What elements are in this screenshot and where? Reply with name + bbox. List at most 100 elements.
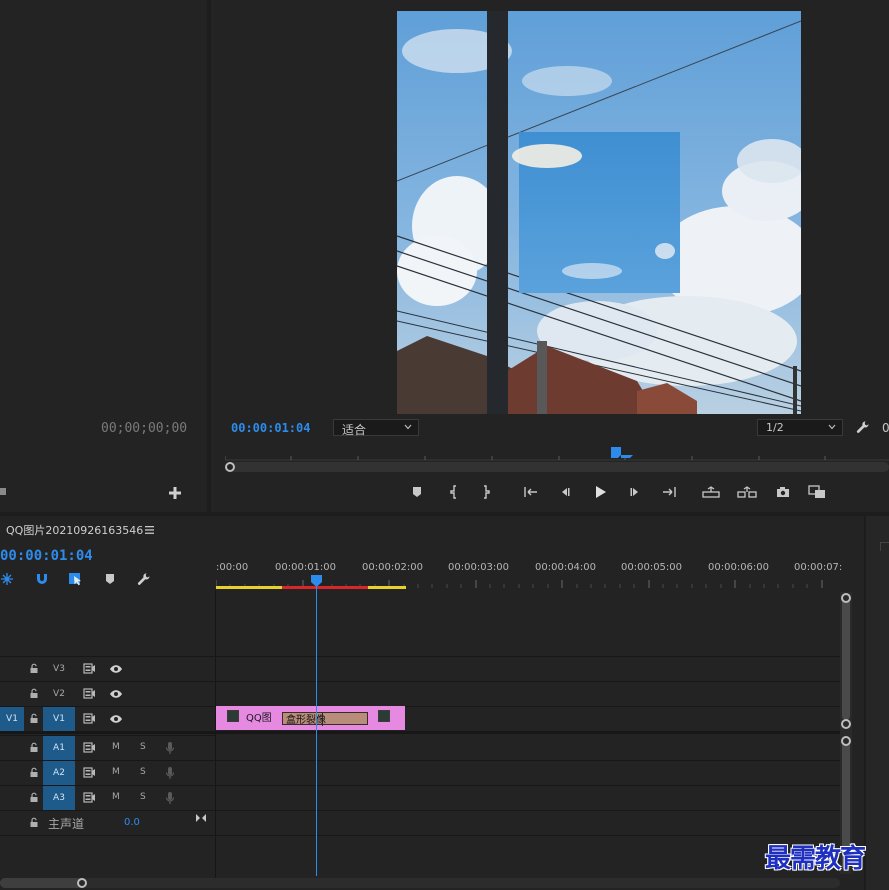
keyframe-line bbox=[322, 712, 323, 726]
wrench-icon[interactable] bbox=[856, 420, 870, 434]
track-label-a3[interactable]: A3 bbox=[43, 786, 75, 810]
scroll-thumb-video[interactable] bbox=[842, 594, 850, 720]
track-label-a1[interactable]: A1 bbox=[43, 736, 75, 760]
solo-button[interactable]: S bbox=[140, 767, 146, 777]
lane-separator bbox=[216, 785, 840, 786]
track-label-v3[interactable]: V3 bbox=[43, 657, 75, 681]
track-label-a2[interactable]: A2 bbox=[43, 761, 75, 785]
lock-icon[interactable] bbox=[29, 742, 39, 753]
sequence-tab-title[interactable]: QQ图片20210926163546 bbox=[6, 522, 143, 538]
program-mini-ruler[interactable] bbox=[225, 448, 889, 461]
eye-icon[interactable] bbox=[109, 714, 123, 724]
ruler-label: 00:00:02:00 bbox=[362, 562, 424, 573]
camera-icon[interactable] bbox=[0, 486, 8, 496]
sync-lock-icon[interactable] bbox=[83, 663, 96, 674]
go-to-in-button[interactable] bbox=[520, 482, 542, 502]
mark-out-button[interactable] bbox=[475, 482, 497, 502]
lock-icon[interactable] bbox=[29, 713, 39, 724]
fx-badge-icon bbox=[227, 710, 239, 722]
watermark: 最需教育 bbox=[765, 844, 866, 874]
trailing-value: 0 bbox=[882, 421, 889, 435]
solo-button[interactable]: S bbox=[140, 792, 146, 802]
effect-label: 盒形裂像 bbox=[286, 715, 326, 726]
export-frame-icon[interactable] bbox=[772, 482, 794, 502]
timeline-playhead-handle[interactable] bbox=[311, 575, 322, 587]
track-header-a1: A1 M S bbox=[0, 735, 215, 760]
ruler-label: 00:00:07: bbox=[794, 562, 843, 573]
track-header-a2: A2 M S bbox=[0, 760, 215, 785]
lift-button[interactable] bbox=[700, 482, 722, 502]
right-panel-corner bbox=[880, 542, 889, 551]
render-bar-yellow bbox=[368, 586, 406, 589]
track-label-v2[interactable]: V2 bbox=[43, 682, 75, 706]
scroll-handle-top[interactable] bbox=[841, 593, 851, 603]
ruler-label: 00:00:03:00 bbox=[448, 562, 510, 573]
sync-lock-icon[interactable] bbox=[83, 742, 96, 753]
scroll-handle-audio-top[interactable] bbox=[841, 736, 851, 746]
horizontal-scroll-thumb[interactable] bbox=[0, 878, 86, 888]
timeline-settings-wrench-icon[interactable] bbox=[137, 572, 151, 586]
eye-icon[interactable] bbox=[109, 689, 123, 699]
microphone-icon[interactable] bbox=[165, 766, 175, 780]
fit-select-value: 适合 bbox=[342, 423, 367, 437]
resolution-select[interactable]: 1/2 bbox=[757, 419, 843, 436]
sync-lock-icon[interactable] bbox=[83, 713, 96, 724]
video-clip-v1[interactable]: QQ图 盒形裂像 bbox=[216, 706, 405, 730]
scroll-handle-mid[interactable] bbox=[841, 719, 851, 729]
eye-icon[interactable] bbox=[109, 664, 123, 674]
go-to-out-button[interactable] bbox=[658, 482, 680, 502]
microphone-icon[interactable] bbox=[165, 791, 175, 805]
add-marker-icon[interactable] bbox=[104, 573, 116, 585]
track-label-v1[interactable]: V1 bbox=[43, 707, 75, 731]
program-scroll-track[interactable] bbox=[225, 462, 889, 472]
lock-icon[interactable] bbox=[29, 792, 39, 803]
sync-lock-icon[interactable] bbox=[83, 767, 96, 778]
timeline-timecode[interactable]: 00:00:01:04 bbox=[0, 548, 93, 564]
timeline-playhead-line bbox=[316, 582, 317, 876]
go-to-end-icon[interactable] bbox=[195, 813, 207, 823]
panel-menu-icon[interactable] bbox=[145, 525, 155, 535]
render-bar-yellow bbox=[216, 586, 282, 589]
nest-sequence-icon[interactable] bbox=[0, 572, 14, 586]
lock-icon[interactable] bbox=[29, 663, 39, 674]
microphone-icon[interactable] bbox=[165, 741, 175, 755]
add-marker-button[interactable] bbox=[406, 482, 428, 502]
horizontal-scroll-handle[interactable] bbox=[77, 878, 87, 888]
program-playhead[interactable] bbox=[611, 447, 635, 461]
timeline-vertical-scroll[interactable] bbox=[840, 592, 852, 874]
compare-view-icon[interactable] bbox=[806, 482, 828, 502]
source-patch-v1[interactable]: V1 bbox=[0, 707, 24, 731]
snap-magnet-icon[interactable] bbox=[35, 572, 49, 586]
extract-button[interactable] bbox=[736, 482, 758, 502]
timeline-horizontal-scroll[interactable] bbox=[0, 878, 840, 888]
fx-badge-icon bbox=[378, 710, 390, 722]
step-back-button[interactable] bbox=[554, 482, 576, 502]
play-button[interactable] bbox=[589, 482, 611, 502]
right-panel-edge bbox=[866, 516, 889, 890]
resolution-select-value: 1/2 bbox=[766, 421, 784, 434]
chevron-down-icon bbox=[404, 423, 412, 431]
ruler-label: 00:00:06:00 bbox=[708, 562, 770, 573]
track-header-a3: A3 M S bbox=[0, 785, 215, 810]
program-scroll-handle[interactable] bbox=[225, 462, 235, 472]
mark-in-button[interactable] bbox=[443, 482, 465, 502]
lock-icon[interactable] bbox=[29, 817, 39, 828]
linked-selection-icon[interactable] bbox=[68, 572, 84, 586]
source-timecode[interactable]: 00;00;00;00 bbox=[101, 421, 187, 436]
program-timecode[interactable]: 00:00:01:04 bbox=[231, 421, 310, 435]
master-volume-value[interactable]: 0.0 bbox=[124, 817, 140, 828]
fit-select[interactable]: 适合 bbox=[333, 419, 419, 437]
step-forward-button[interactable] bbox=[624, 482, 646, 502]
sync-lock-icon[interactable] bbox=[83, 688, 96, 699]
chevron-down-icon bbox=[828, 423, 836, 431]
mute-button[interactable]: M bbox=[112, 767, 120, 777]
track-header-v3: V3 bbox=[0, 656, 215, 681]
add-button[interactable] bbox=[168, 486, 182, 500]
lock-icon[interactable] bbox=[29, 767, 39, 778]
solo-button[interactable]: S bbox=[140, 742, 146, 752]
mute-button[interactable]: M bbox=[112, 742, 120, 752]
track-header-divider bbox=[215, 590, 216, 880]
lock-icon[interactable] bbox=[29, 688, 39, 699]
sync-lock-icon[interactable] bbox=[83, 792, 96, 803]
mute-button[interactable]: M bbox=[112, 792, 120, 802]
